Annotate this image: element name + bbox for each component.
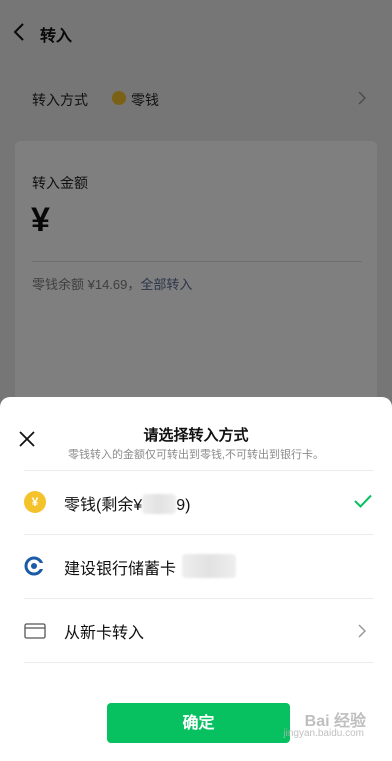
option-label: 从新卡转入 bbox=[64, 625, 145, 642]
sheet-title: 请选择转入方式 bbox=[143, 427, 249, 444]
divider bbox=[24, 662, 374, 663]
coin-icon: ¥ bbox=[24, 491, 46, 513]
option-new-card[interactable]: 从新卡转入 bbox=[0, 598, 392, 662]
sheet-subtitle: 零钱转入的金额仅可转出到零钱,不可转出到银行卡。 bbox=[67, 449, 325, 461]
watermark-url: jingyan.baidu.com bbox=[283, 728, 364, 739]
list-bottom-divider bbox=[0, 662, 392, 663]
card-icon bbox=[24, 623, 46, 639]
check-icon bbox=[354, 494, 372, 508]
divider bbox=[24, 598, 374, 599]
option-label: 建设银行储蓄卡 bbox=[64, 561, 177, 578]
option-ccb-debit-card[interactable]: 建设银行储蓄卡 bbox=[0, 534, 392, 598]
redacted-card-number bbox=[182, 554, 236, 578]
divider bbox=[24, 470, 374, 471]
option-change[interactable]: ¥ 零钱(剩余¥ 9) bbox=[0, 470, 392, 534]
transfer-method-sheet: 请选择转入方式 零钱转入的金额仅可转出到零钱,不可转出到银行卡。 ¥ 零钱(剩余… bbox=[0, 397, 392, 761]
redacted-amount bbox=[142, 494, 177, 514]
divider bbox=[24, 534, 374, 535]
confirm-button[interactable]: 确定 bbox=[107, 703, 290, 743]
chevron-right-icon bbox=[358, 624, 366, 638]
option-label: 零钱(剩余¥ 9) bbox=[64, 491, 190, 515]
ccb-bank-icon bbox=[24, 556, 44, 576]
